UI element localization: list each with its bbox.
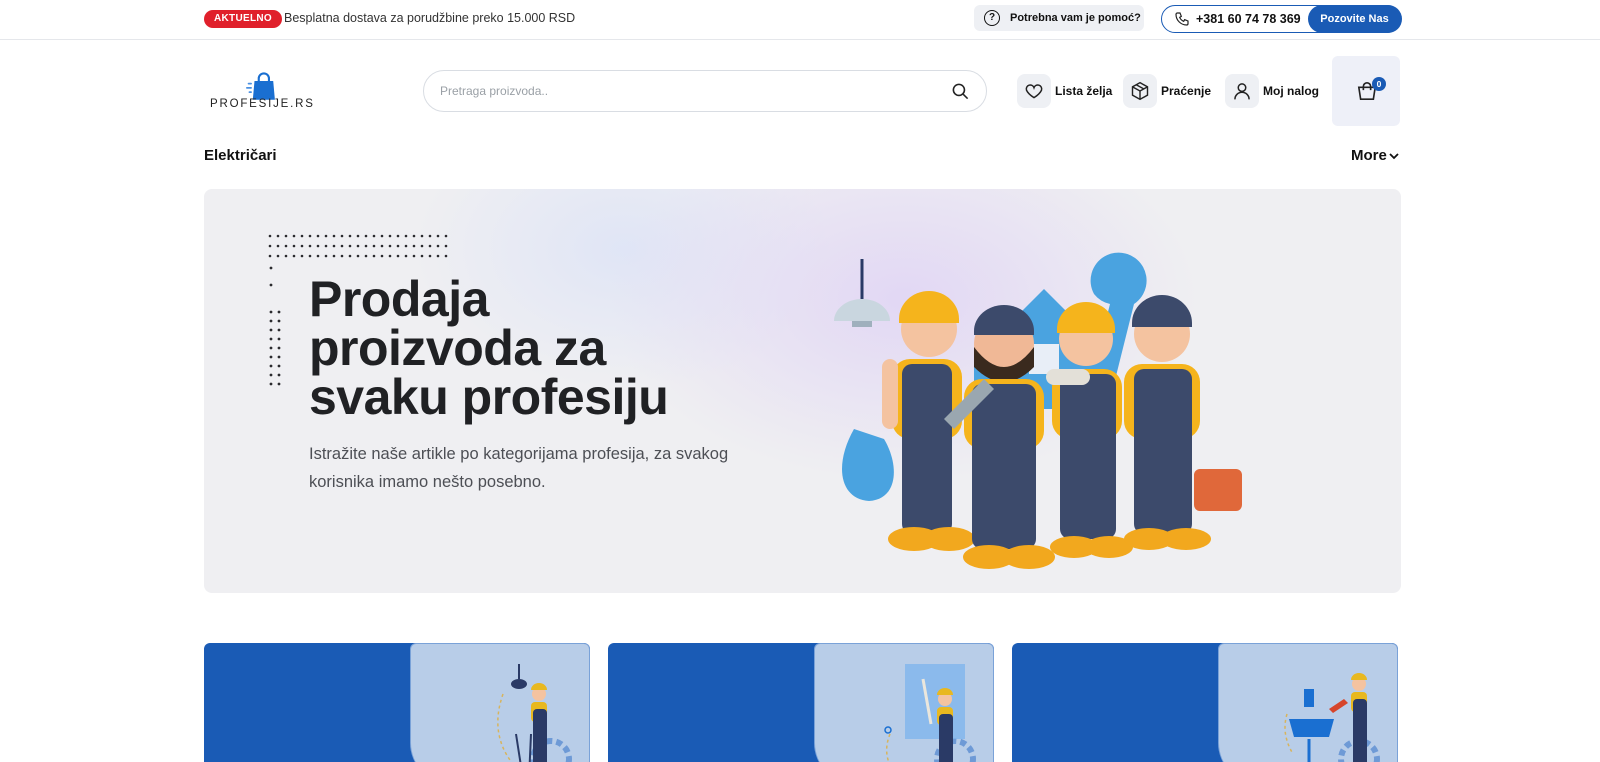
category-card-plumbers[interactable]: [1012, 643, 1398, 762]
search-bar: [423, 70, 987, 112]
card-image-panel: [410, 643, 590, 762]
card-image-panel: [1218, 643, 1398, 762]
cart-button[interactable]: 0: [1332, 56, 1400, 126]
hero-title: Prodaja proizvoda za svaku profesiju: [309, 274, 829, 425]
chevron-down-icon[interactable]: [1389, 152, 1399, 160]
heart-icon: [1025, 84, 1043, 99]
call-us-button[interactable]: Pozovite Nas: [1307, 4, 1402, 33]
plumber-illustration: [1284, 673, 1380, 762]
question-icon: ?: [984, 10, 1000, 26]
top-bar: AKTUELNO Besplatna dostava za porudžbine…: [0, 0, 1600, 40]
dot-column-decoration: [269, 266, 281, 386]
search-icon[interactable]: [951, 82, 970, 101]
nav-category-link[interactable]: Električari: [204, 147, 277, 164]
promo-badge: AKTUELNO: [204, 10, 282, 28]
box-icon-box: [1123, 74, 1157, 108]
painter-illustration: [884, 664, 976, 762]
hero-banner: Prodaja proizvoda za svaku profesiju Ist…: [204, 189, 1401, 593]
nav-more-button[interactable]: More: [1351, 147, 1387, 164]
wishlist-label: Lista želja: [1055, 84, 1113, 98]
phone-icon: [1175, 12, 1189, 26]
help-label: Potrebna vam je pomoć?: [1010, 12, 1141, 24]
workers-illustration: [834, 252, 1242, 569]
card-image-panel: [814, 643, 994, 762]
account-label: Moj nalog: [1263, 84, 1319, 98]
electrician-illustration: [497, 664, 572, 762]
user-icon: [1234, 83, 1250, 100]
help-button[interactable]: ? Potrebna vam je pomoć?: [974, 5, 1144, 31]
page: AKTUELNO Besplatna dostava za porudžbine…: [0, 0, 1600, 762]
hero-title-line3: svaku profesiju: [309, 369, 669, 425]
category-card-electricians[interactable]: [204, 643, 590, 762]
hero-subtitle: Istražite naše artikle po kategorijama p…: [309, 445, 729, 491]
heart-icon-box: [1017, 74, 1051, 108]
phone-contact[interactable]: +381 60 74 78 369 Pozovite Nas: [1161, 4, 1402, 33]
box-icon: [1131, 81, 1149, 101]
category-card-painters[interactable]: [608, 643, 994, 762]
phone-number[interactable]: +381 60 74 78 369: [1196, 12, 1301, 26]
user-icon-box: [1225, 74, 1259, 108]
logo[interactable]: PROFESIJE.RS: [210, 70, 313, 114]
hero-title-line1: Prodaja: [309, 271, 489, 327]
tracking-label: Praćenje: [1161, 84, 1212, 98]
dot-pattern-decoration: [268, 234, 448, 258]
logo-text: PROFESIJE.RS: [210, 98, 315, 110]
hero-title-line2: proizvoda za: [309, 320, 606, 376]
promo-text: Besplatna dostava za porudžbine preko 15…: [284, 11, 576, 25]
search-input[interactable]: [440, 79, 920, 103]
cart-count-badge: 0: [1372, 77, 1386, 91]
